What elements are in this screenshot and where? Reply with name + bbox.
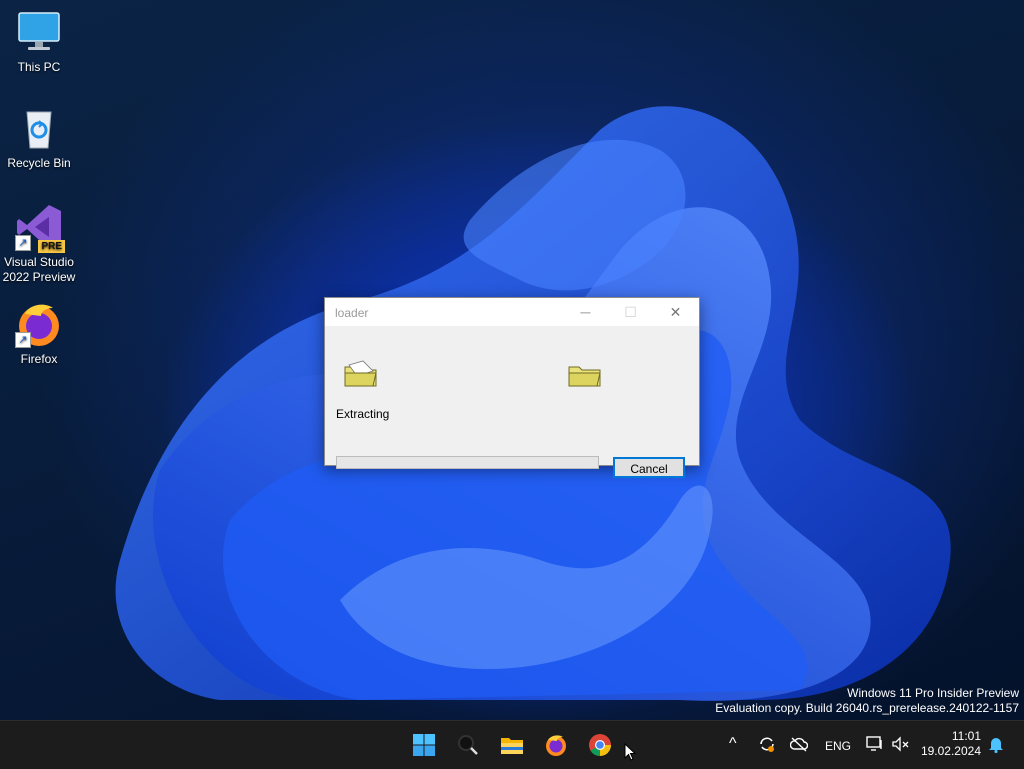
firefox-icon: ↗	[15, 300, 63, 348]
desktop-icon-label: Recycle Bin	[7, 156, 71, 170]
clock-time: 11:01	[951, 729, 981, 743]
dialog-titlebar[interactable]: loader ─ ☐ ✕	[325, 298, 699, 326]
desktop-icon-visual-studio[interactable]: PRE ↗ Visual Studio 2022 Preview	[1, 203, 77, 285]
desktop-icon-this-pc[interactable]: This PC	[1, 8, 77, 75]
watermark-line2: Evaluation copy. Build 26040.rs_prerelea…	[715, 701, 1019, 715]
status-label: Extracting	[336, 407, 390, 421]
show-hidden-icons-chevron[interactable]: ^	[729, 735, 737, 753]
mouse-cursor-icon	[624, 743, 636, 761]
desktop-icon-recycle-bin[interactable]: Recycle Bin	[1, 104, 77, 171]
sync-icon[interactable]	[758, 735, 776, 753]
clock-date: 19.02.2024	[920, 744, 981, 758]
minimize-button[interactable]: ─	[563, 298, 608, 326]
chrome-icon[interactable]	[588, 733, 612, 757]
desktop-icon-label: Firefox	[20, 352, 58, 366]
volume-muted-icon[interactable]	[892, 736, 910, 752]
close-button[interactable]: ✕	[653, 298, 698, 326]
dialog-title: loader	[335, 306, 369, 320]
firefox-icon[interactable]	[544, 733, 568, 757]
maximize-button[interactable]: ☐	[608, 298, 653, 326]
desktop-icon-label: This PC	[17, 60, 61, 74]
shortcut-arrow-icon: ↗	[15, 235, 31, 251]
start-icon[interactable]	[412, 733, 436, 757]
progress-bar	[336, 456, 599, 469]
source-folder-icon	[344, 360, 377, 387]
language-indicator[interactable]: ENG	[825, 739, 851, 753]
watermark-line1: Windows 11 Pro Insider Preview	[847, 686, 1019, 700]
file-explorer-icon[interactable]	[500, 733, 524, 757]
visual-studio-icon: PRE ↗	[15, 203, 65, 253]
desktop-icon-label-line2: 2022 Preview	[2, 270, 76, 284]
taskbar: ^ ENG 11:01 19.02.2024	[0, 720, 1024, 769]
cancel-button[interactable]: Cancel	[613, 457, 685, 478]
search-icon[interactable]	[456, 733, 480, 757]
dialog-body: Extracting Cancel	[325, 326, 699, 478]
desktop-icon-label-line1: Visual Studio	[4, 255, 74, 269]
destination-folder-icon	[568, 366, 601, 387]
clock[interactable]: 11:01 19.02.2024	[921, 729, 981, 759]
shortcut-arrow-icon: ↗	[15, 332, 31, 348]
recycle-bin-icon	[15, 104, 63, 152]
evaluation-watermark: Windows 11 Pro Insider Preview Evaluatio…	[715, 686, 1019, 716]
notification-bell-icon[interactable]	[987, 735, 1005, 753]
network-icon[interactable]	[866, 736, 884, 752]
preview-badge: PRE	[38, 240, 65, 253]
loader-dialog: loader ─ ☐ ✕ Extracting Cancel	[324, 297, 700, 478]
desktop-icon-firefox[interactable]: ↗ Firefox	[1, 300, 77, 367]
cloud-offline-icon[interactable]	[790, 736, 808, 752]
monitor-icon	[15, 8, 63, 56]
